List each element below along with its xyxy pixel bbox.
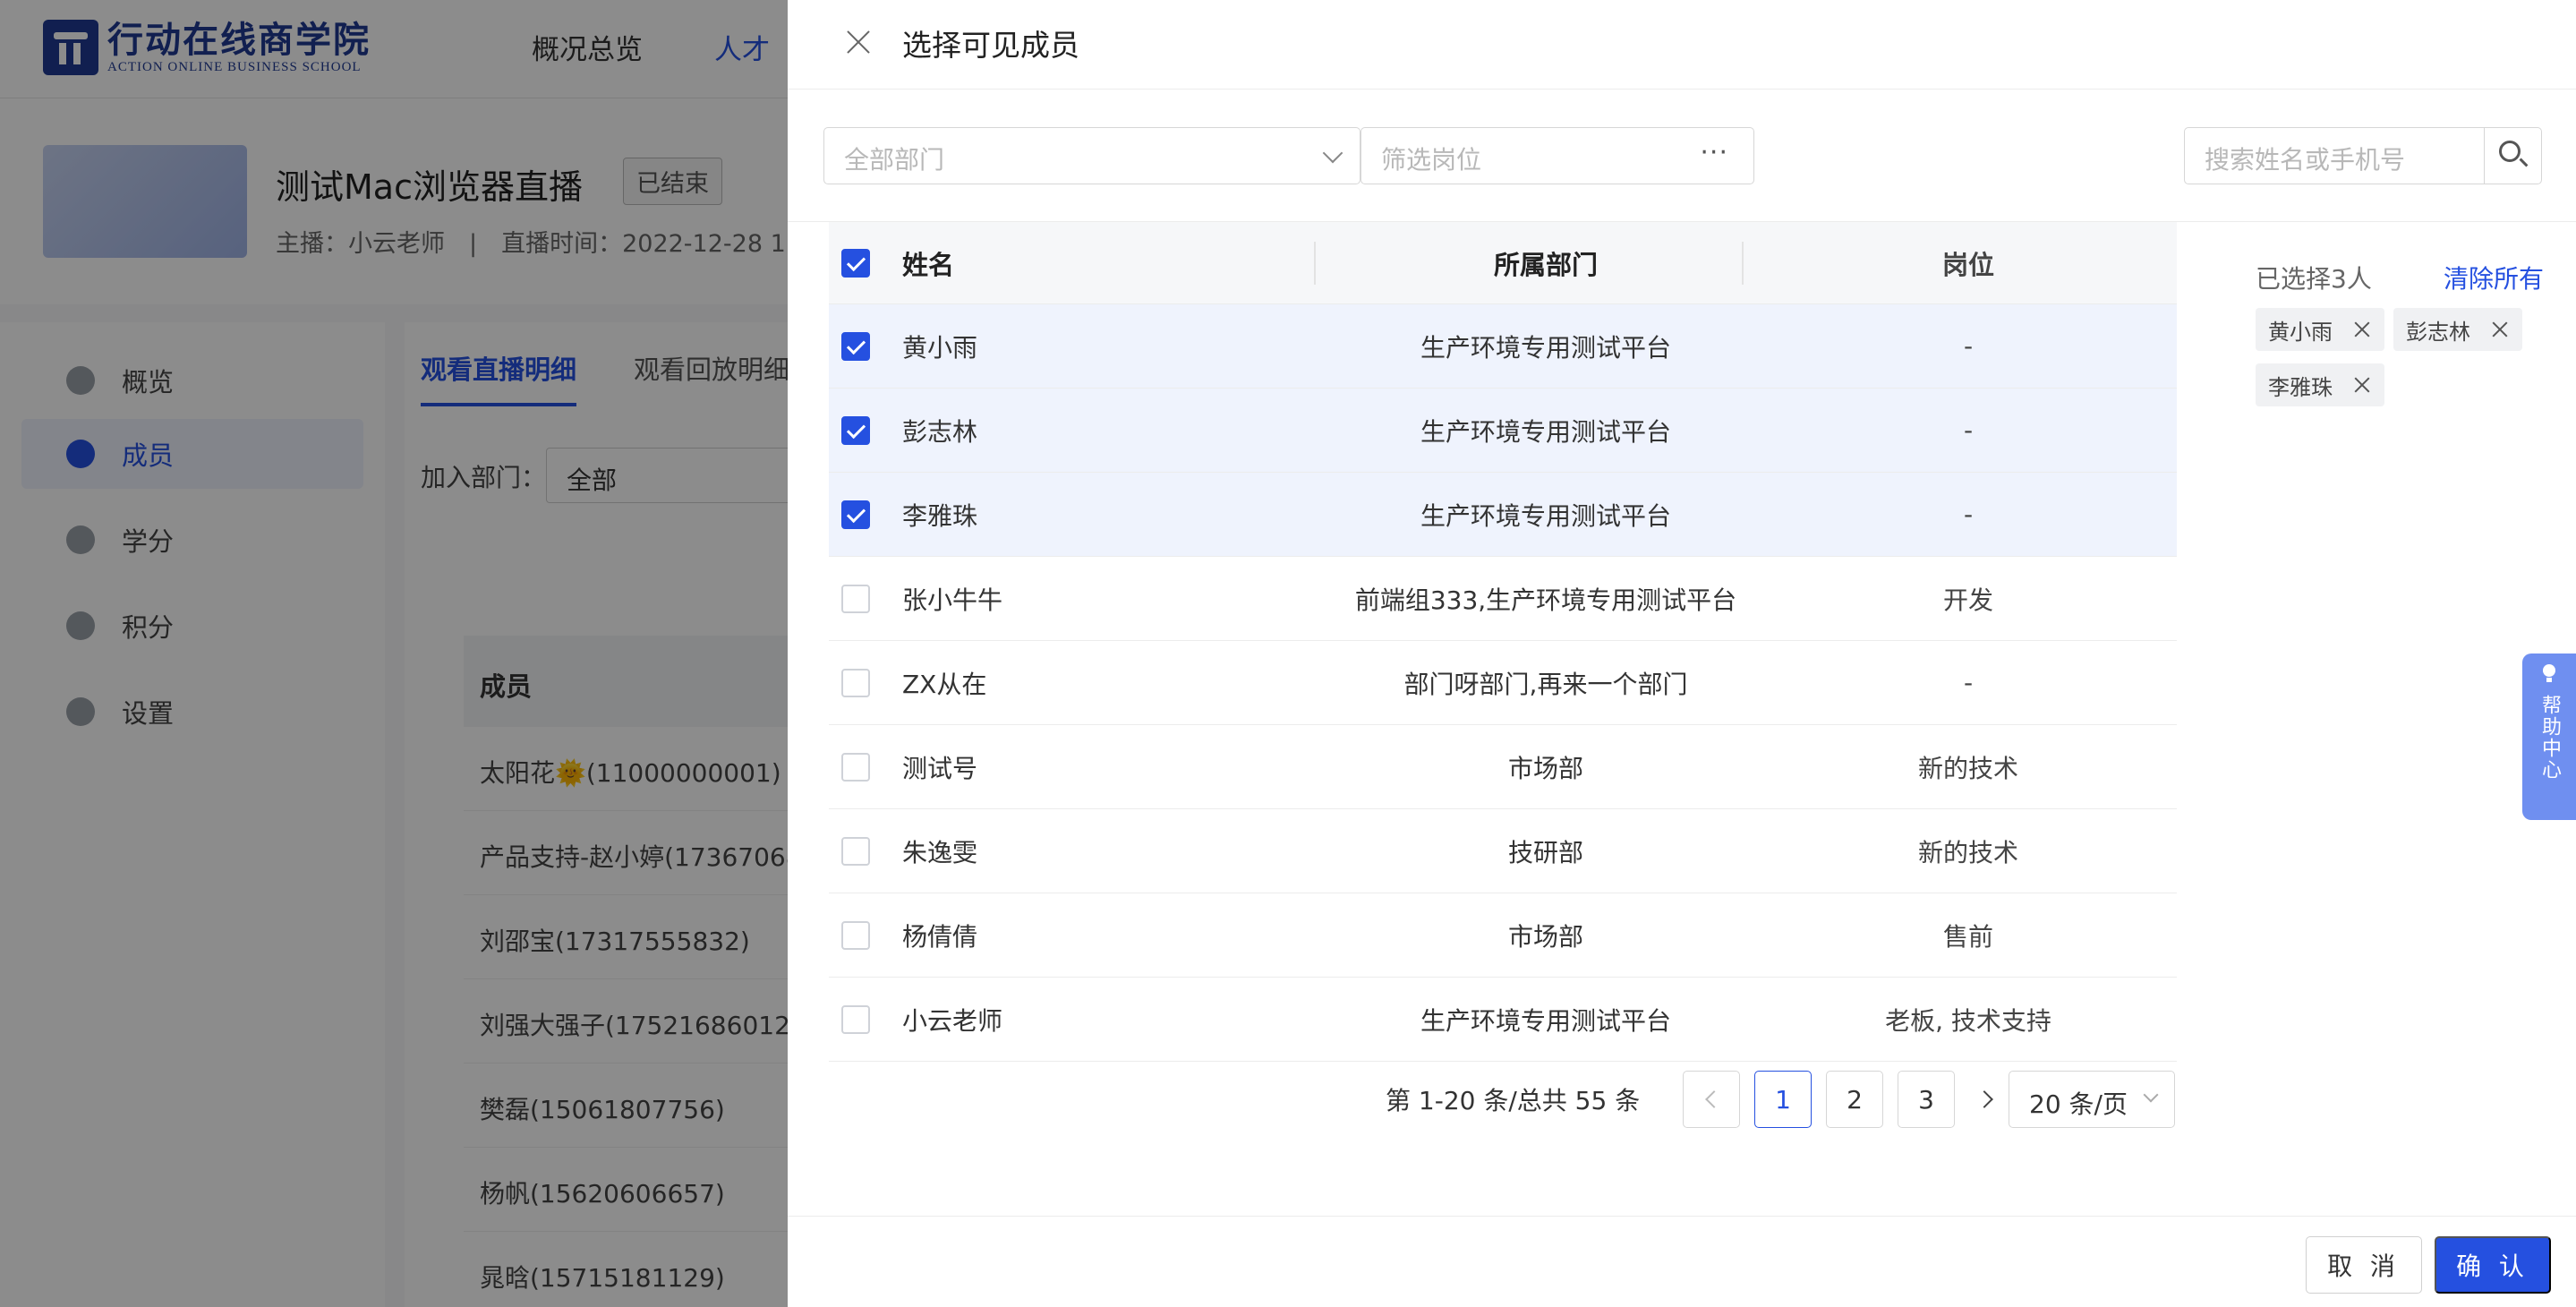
table-row[interactable]: 李雅珠 生产环境专用测试平台 - (829, 473, 2177, 557)
row-checkbox[interactable] (841, 584, 870, 613)
table-row[interactable]: 朱逸雯 技研部 新的技术 (829, 809, 2177, 893)
member-department: 市场部 (1507, 921, 1583, 952)
department-select-placeholder: 全部部门 (844, 145, 945, 175)
member-department: 生产环境专用测试平台 (1420, 500, 1671, 531)
confirm-button[interactable]: 确 认 (2435, 1236, 2551, 1294)
table-row[interactable]: 黄小雨 生产环境专用测试平台 - (829, 304, 2177, 389)
page-3-button[interactable]: 3 (1898, 1071, 1955, 1128)
column-dept: 所属部门 (1493, 249, 1598, 280)
table-header: 姓名 所属部门 岗位 (829, 222, 2177, 304)
member-name: 黄小雨 (902, 332, 978, 363)
table-row[interactable]: 小云老师 生产环境专用测试平台 老板, 技术支持 (829, 978, 2177, 1062)
member-post: - (1963, 668, 1974, 697)
department-select[interactable]: 全部部门 (823, 127, 1361, 184)
page-1-button[interactable]: 1 (1754, 1071, 1812, 1128)
lightbulb-icon (2540, 664, 2558, 686)
member-post: - (1963, 500, 1974, 529)
member-name: 张小牛牛 (902, 585, 1003, 615)
cancel-button[interactable]: 取 消 (2306, 1236, 2422, 1294)
chevron-down-icon (2143, 1087, 2159, 1103)
close-icon[interactable] (2352, 320, 2372, 339)
page-total: 第 1-20 条/总共 55 条 (1386, 1086, 1641, 1115)
member-name: ZX从在 (902, 669, 987, 699)
search-input[interactable]: 搜索姓名或手机号 (2184, 127, 2542, 184)
member-department: 生产环境专用测试平台 (1420, 332, 1671, 363)
close-icon[interactable] (841, 25, 875, 59)
member-name: 彭志林 (902, 416, 978, 447)
close-icon[interactable] (2490, 320, 2510, 339)
table-row[interactable]: ZX从在 部门呀部门,再来一个部门 - (829, 641, 2177, 725)
member-name: 小云老师 (902, 1005, 1003, 1036)
member-department: 生产环境专用测试平台 (1420, 416, 1671, 447)
search-placeholder: 搜索姓名或手机号 (2205, 145, 2406, 175)
selected-tag: 李雅珠 (2256, 363, 2384, 406)
selected-count: 已选择3人 (2256, 264, 2372, 294)
close-icon[interactable] (2352, 375, 2372, 395)
member-post: 开发 (1942, 585, 1993, 615)
row-checkbox[interactable] (841, 668, 870, 697)
member-department: 生产环境专用测试平台 (1420, 1005, 1671, 1036)
post-filter[interactable]: 筛选岗位 ··· (1361, 127, 1754, 184)
member-name: 李雅珠 (902, 500, 978, 531)
member-post: - (1963, 415, 1974, 445)
help-center-tab[interactable]: 帮助中心 (2522, 654, 2576, 820)
search-button[interactable] (2484, 128, 2541, 184)
member-name: 朱逸雯 (902, 837, 978, 867)
row-checkbox[interactable] (841, 752, 870, 782)
page-size-select[interactable]: 20 条/页 (2009, 1071, 2175, 1128)
member-department: 部门呀部门,再来一个部门 (1403, 669, 1688, 699)
table-row[interactable]: 杨倩倩 市场部 售前 (829, 893, 2177, 978)
member-post: 售前 (1942, 921, 1993, 952)
member-post: 老板, 技术支持 (1885, 1005, 2051, 1036)
member-post: - (1963, 331, 1974, 361)
column-post: 岗位 (1941, 249, 1994, 280)
table-row[interactable]: 彭志林 生产环境专用测试平台 - (829, 389, 2177, 473)
member-department: 市场部 (1507, 753, 1583, 783)
row-checkbox[interactable] (841, 331, 870, 361)
member-name: 测试号 (902, 753, 978, 783)
select-members-drawer: 选择可见成员 全部部门 筛选岗位 ··· 搜索姓名或手机号 姓名 所属部门 岗位… (788, 0, 2576, 1307)
member-department: 前端组333,生产环境专用测试平台 (1354, 585, 1737, 615)
help-center-label: 帮助中心 (2538, 695, 2561, 781)
pagination: 第 1-20 条/总共 55 条 1 2 3 20 条/页 (788, 1071, 2177, 1130)
table-row[interactable]: 张小牛牛 前端组333,生产环境专用测试平台 开发 (829, 557, 2177, 641)
row-checkbox[interactable] (841, 920, 870, 950)
page-2-button[interactable]: 2 (1826, 1071, 1883, 1128)
member-post: 新的技术 (1917, 753, 2018, 783)
member-post: 新的技术 (1917, 837, 2018, 867)
table-row[interactable]: 测试号 市场部 新的技术 (829, 725, 2177, 809)
clear-all-link[interactable]: 清除所有 (2444, 260, 2544, 295)
post-filter-placeholder: 筛选岗位 (1381, 145, 1482, 175)
row-checkbox[interactable] (841, 836, 870, 866)
member-name: 杨倩倩 (902, 921, 978, 952)
column-divider (1314, 242, 1316, 285)
selected-tag: 彭志林 (2393, 308, 2522, 351)
search-icon (2499, 141, 2521, 162)
next-page-button[interactable] (1969, 1071, 2005, 1128)
column-name: 姓名 (902, 249, 955, 280)
row-checkbox[interactable] (841, 500, 870, 529)
member-select-table: 姓名 所属部门 岗位 黄小雨 生产环境专用测试平台 - 彭志林 生产环境专用测试平台 - 李… (829, 222, 2177, 1062)
filter-bar: 全部部门 筛选岗位 ··· 搜索姓名或手机号 (788, 90, 2576, 222)
prev-page-button[interactable] (1683, 1071, 1740, 1128)
selected-tags: 黄小雨 彭志林 李雅珠 (2256, 308, 2542, 406)
chevron-down-icon (1322, 142, 1343, 164)
page-size-value: 20 条/页 (2029, 1089, 2128, 1119)
member-department: 技研部 (1507, 837, 1583, 867)
selected-tag: 黄小雨 (2256, 308, 2384, 351)
drawer-title: 选择可见成员 (902, 28, 1079, 63)
column-divider (1742, 242, 1744, 285)
select-all-checkbox[interactable] (841, 248, 870, 278)
drawer-header: 选择可见成员 (788, 0, 2576, 90)
row-checkbox[interactable] (841, 1004, 870, 1034)
drawer-footer: 取 消 确 认 (788, 1216, 2576, 1307)
row-checkbox[interactable] (841, 415, 870, 445)
more-icon[interactable]: ··· (1700, 137, 1728, 168)
